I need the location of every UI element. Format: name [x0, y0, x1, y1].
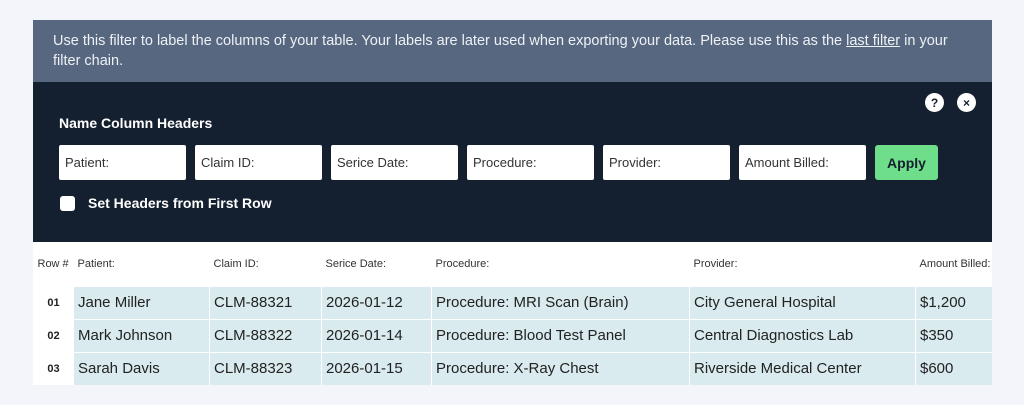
- header-input-amount-billed[interactable]: [739, 145, 866, 180]
- row-number: 02: [33, 318, 74, 353]
- cell-amount-billed: $1,200: [915, 285, 992, 320]
- cell-procedure: Procedure: X-Ray Chest: [431, 351, 690, 385]
- header-input-procedure[interactable]: [467, 145, 594, 180]
- table-row: 02 Mark Johnson CLM-88322 2026-01-14 Pro…: [33, 318, 992, 353]
- cell-patient: Jane Miller: [73, 285, 210, 320]
- header-patient: Patient:: [73, 242, 210, 286]
- header-input-provider[interactable]: [603, 145, 730, 180]
- info-text-before: Use this filter to label the columns of …: [53, 33, 847, 49]
- help-icon[interactable]: ?: [925, 93, 944, 112]
- header-provider: Provider:: [689, 242, 916, 286]
- first-row-headers-label: Set Headers from First Row: [88, 195, 272, 211]
- cell-amount-billed: $350: [915, 318, 992, 353]
- cell-claim-id: CLM-88322: [209, 318, 322, 353]
- header-input-service-date[interactable]: [331, 145, 458, 180]
- cell-claim-id: CLM-88321: [209, 285, 322, 320]
- cell-procedure: Procedure: MRI Scan (Brain): [431, 285, 690, 320]
- filter-title: Name Column Headers: [59, 115, 213, 131]
- header-input-claim-id[interactable]: [195, 145, 322, 180]
- header-service-date: Serice Date:: [321, 242, 432, 286]
- header-claim-id: Claim ID:: [209, 242, 322, 286]
- table-header-row: Row # Patient: Claim ID: Serice Date: Pr…: [33, 242, 992, 286]
- header-input-patient[interactable]: [59, 145, 186, 180]
- first-row-headers-checkbox[interactable]: [60, 195, 75, 211]
- table-row: 03 Sarah Davis CLM-88323 2026-01-15 Proc…: [33, 351, 992, 385]
- cell-patient: Sarah Davis: [73, 351, 210, 385]
- close-icon[interactable]: ×: [957, 93, 976, 112]
- table-row: 01 Jane Miller CLM-88321 2026-01-12 Proc…: [33, 285, 992, 320]
- header-amount-billed: Amount Billed:: [915, 242, 992, 286]
- cell-provider: City General Hospital: [689, 285, 916, 320]
- cell-service-date: 2026-01-12: [321, 285, 432, 320]
- cell-provider: Central Diagnostics Lab: [689, 318, 916, 353]
- first-row-headers-option: Set Headers from First Row: [60, 195, 272, 211]
- cell-claim-id: CLM-88323: [209, 351, 322, 385]
- cell-patient: Mark Johnson: [73, 318, 210, 353]
- cell-procedure: Procedure: Blood Test Panel: [431, 318, 690, 353]
- cell-amount-billed: $600: [915, 351, 992, 385]
- cell-service-date: 2026-01-15: [321, 351, 432, 385]
- row-number: 03: [33, 351, 74, 385]
- header-row-number: Row #: [33, 242, 74, 286]
- header-procedure: Procedure:: [431, 242, 690, 286]
- column-header-filter-panel: Use this filter to label the columns of …: [33, 20, 992, 385]
- cell-provider: Riverside Medical Center: [689, 351, 916, 385]
- cell-service-date: 2026-01-14: [321, 318, 432, 353]
- data-table: Row # Patient: Claim ID: Serice Date: Pr…: [33, 242, 992, 385]
- apply-button[interactable]: Apply: [875, 145, 938, 180]
- info-bar: Use this filter to label the columns of …: [33, 20, 992, 82]
- filter-box: ? × Name Column Headers Apply Set Header…: [33, 82, 992, 242]
- header-inputs-row: Apply: [59, 145, 938, 180]
- row-number: 01: [33, 285, 74, 320]
- last-filter-link[interactable]: last filter: [846, 33, 900, 49]
